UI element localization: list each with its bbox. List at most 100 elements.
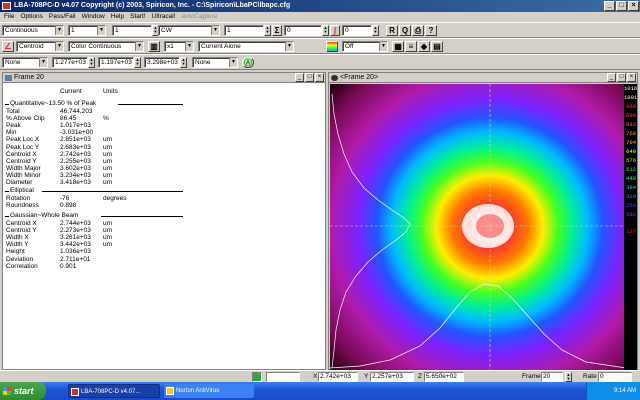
beam-panel-minimize-button[interactable]: _ [607, 73, 616, 82]
sum-icon[interactable]: Σ [272, 25, 282, 36]
field-3[interactable]: 1 [112, 25, 152, 36]
x-coordinate-field: 2.742e+03 [318, 372, 358, 382]
frame-field[interactable]: 20 [541, 372, 563, 382]
palette-value: Color Continuous [71, 43, 122, 50]
row-unit: um [103, 136, 113, 144]
beam-panel-close-button[interactable]: × [627, 73, 636, 82]
zoom-value: x1 [167, 43, 174, 50]
palette-select[interactable]: Color Continuous ▼ [68, 41, 144, 52]
row-value: 2.744e+03 [60, 220, 91, 227]
row-label: % Above Clip [6, 115, 45, 123]
y-coordinate-value: 2.257e+03 [372, 373, 403, 380]
menu-window[interactable]: Window [82, 12, 105, 22]
3d-icon[interactable]: ◆ [418, 41, 430, 52]
source-value: CW [161, 27, 172, 34]
zoom-r-icon[interactable]: R [386, 25, 398, 36]
menu-options[interactable]: Options [20, 12, 42, 22]
row-label: Total [6, 108, 20, 115]
zoom-q-icon[interactable]: Q [399, 25, 411, 36]
value-3-spinner[interactable]: ▲ ▼ [180, 57, 187, 68]
legend-entry: 1016 [624, 85, 638, 92]
value-2-spinner[interactable]: ▲ ▼ [134, 57, 141, 68]
angle-icon[interactable]: ∠ [2, 41, 14, 52]
start-button[interactable]: start [0, 382, 46, 400]
legend-entry: 896 [626, 112, 636, 119]
z-coordinate-field: 5.650e+02 [424, 372, 464, 382]
sum-spinner[interactable]: ▲ ▼ [322, 25, 329, 36]
legend-entry: 640 [626, 148, 636, 155]
aperture-icon[interactable]: Ⓐ [242, 57, 254, 68]
value-1: 1.277e+03 [55, 59, 86, 66]
system-tray: 9:14 AM [586, 382, 640, 400]
legend-entry: 320 [626, 193, 636, 200]
value-1-spinner[interactable]: ▲ ▼ [88, 57, 95, 68]
frame-spinner[interactable]: ▲ ▼ [565, 372, 572, 382]
legend-entry: 192 [626, 211, 636, 218]
help-icon[interactable]: ? [425, 25, 437, 36]
aperture-value: None [5, 59, 21, 66]
row-label: Centroid Y [6, 227, 37, 235]
aperture-select[interactable]: None ▼ [2, 57, 48, 68]
display-select[interactable]: Current Alone ▼ [198, 41, 294, 52]
panel-minimize-button[interactable]: _ [295, 73, 304, 82]
centroid-value: Centroid [19, 43, 44, 50]
source-select[interactable]: CW ▼ [158, 25, 220, 36]
field-3-value: 1 [115, 27, 119, 34]
row-value: 0.901 [60, 262, 77, 270]
beam-panel-maximize-button[interactable]: □ [617, 73, 626, 82]
menu-help[interactable]: Help [111, 12, 124, 22]
off-value: Off [345, 43, 354, 50]
col-units-header: Units [103, 88, 118, 95]
menu-bar: File Options Pass/Fail Window Help Start… [0, 12, 640, 22]
section-quantitative-label: Quantitative~13.50 % of Peak [10, 100, 97, 107]
beam-image[interactable] [330, 84, 626, 370]
sum-field[interactable]: 0 [284, 25, 322, 36]
row-label: Centroid X [6, 220, 37, 227]
taskbar-item-norton[interactable]: Norton AntiVirus [164, 384, 254, 398]
section-gaussian: Gaussian~Whole Beam [5, 212, 325, 220]
row-value: 2.851e+03 [60, 136, 91, 144]
menu-passfail[interactable]: Pass/Fail [49, 12, 76, 22]
lines-icon[interactable]: ≡ [405, 41, 417, 52]
value-3-field[interactable]: 3.298e+03 [144, 57, 180, 68]
taskbar-item-norton-label: Norton AntiVirus [176, 388, 220, 394]
field-5[interactable]: 1 [224, 25, 264, 36]
color-palette-icon[interactable] [326, 41, 338, 52]
panel-maximize-button[interactable]: □ [305, 73, 314, 82]
capture-mode-select[interactable]: Continuous ▼ [2, 25, 64, 36]
field-5-select[interactable]: None ▼ [192, 57, 238, 68]
menu-file[interactable]: File [4, 12, 14, 22]
field-7-spinner[interactable]: ▲ ▼ [372, 25, 379, 36]
field-2[interactable]: 1 ▼ [68, 25, 106, 36]
centroid-select[interactable]: Centroid ▼ [16, 41, 64, 52]
rate-value: 0 [600, 373, 604, 380]
field-5-select-value: None [195, 59, 211, 66]
chart-icon[interactable]: ∫ [330, 25, 340, 36]
results-panel-title: Frame 20 [14, 74, 44, 81]
zoom-select[interactable]: x1 ▼ [164, 41, 194, 52]
row-unit: um [103, 234, 113, 242]
field-5-spinner[interactable]: ▲ ▼ [264, 25, 271, 36]
menu-ultracal[interactable]: Ultracal! [152, 12, 176, 22]
row-label: Peak Loc Y [6, 143, 40, 151]
field-off-select[interactable]: Off ▼ [342, 41, 388, 52]
minimize-button[interactable]: _ [604, 1, 615, 11]
plot-icon[interactable]: ▤ [431, 41, 443, 52]
grid-icon[interactable]: ▦ [392, 41, 404, 52]
chevron-down-icon: ▼ [39, 58, 47, 67]
chevron-down-icon: ▼ [185, 42, 193, 51]
row-value: 2.255e+03 [60, 157, 91, 165]
maximize-button[interactable]: □ [616, 1, 627, 11]
panel-close-button[interactable]: × [315, 73, 324, 82]
field-7[interactable]: 0 [342, 25, 372, 36]
chevron-down-icon: ▼ [285, 42, 293, 51]
menu-start[interactable]: Start! [130, 12, 146, 22]
taskbar-item-lba[interactable]: LBA-708PC-D v4.07... [68, 384, 160, 398]
value-1-field[interactable]: 1.277e+03 [52, 57, 88, 68]
printer-icon[interactable]: ⎙ [412, 25, 424, 36]
section-elliptical-label: Elliptical [10, 187, 34, 194]
close-button[interactable]: × [628, 1, 639, 11]
palette-icon[interactable]: ▥ [148, 41, 160, 52]
value-2-field[interactable]: 1.197e+03 [98, 57, 134, 68]
row-label: Diameter [6, 179, 33, 186]
